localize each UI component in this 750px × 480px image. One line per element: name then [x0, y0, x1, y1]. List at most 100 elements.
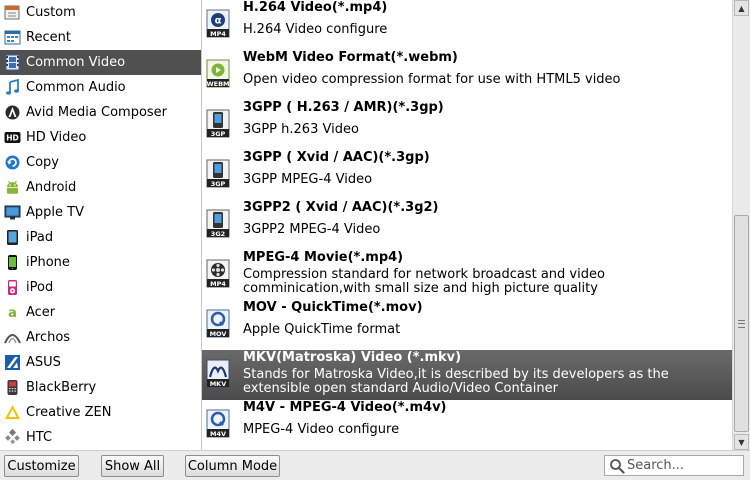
- avid-icon: [4, 104, 21, 121]
- category-item-avid-media-composer[interactable]: Avid Media Composer: [0, 100, 201, 125]
- category-label: iPhone: [26, 255, 70, 270]
- category-label: Copy: [26, 155, 59, 170]
- category-label: Custom: [26, 5, 76, 20]
- format-item[interactable]: α MP4 H.264 Video(*.mp4) H.264 Video config…: [202, 0, 732, 50]
- format-item[interactable]: 3G2 3GPP2 ( Xvid / AAC)(*.3g2) 3GPP2 MPEG-…: [202, 200, 732, 250]
- format-name: MOV - QuickTime(*.mov): [243, 300, 423, 315]
- category-item-htc[interactable]: HTC: [0, 425, 201, 450]
- 3gp-icon: 3GP: [205, 109, 231, 139]
- asus-icon: [4, 354, 21, 371]
- scroll-thumb[interactable]: [734, 215, 749, 432]
- format-description: 3GPP h.263 Video: [243, 122, 359, 137]
- category-label: Apple TV: [26, 205, 84, 220]
- category-label: Common Video: [26, 55, 126, 70]
- category-item-archos[interactable]: Archos: [0, 325, 201, 350]
- svg-text:3G2: 3G2: [211, 230, 225, 238]
- format-item[interactable]: WEBM WebM Video Format(*.webm) Open video …: [202, 50, 732, 100]
- format-name: H.264 Video(*.mp4): [243, 0, 388, 15]
- category-label: iPod: [26, 280, 54, 295]
- svg-text:MKV: MKV: [210, 380, 227, 388]
- format-description: 3GPP MPEG-4 Video: [243, 172, 373, 187]
- format-description: Stands for Matroska Video,it is describe…: [243, 367, 669, 396]
- category-item-iphone[interactable]: iPhone: [0, 250, 201, 275]
- custom-icon: [4, 4, 21, 21]
- music-note-icon: [4, 79, 21, 96]
- svg-text:HD: HD: [6, 134, 19, 143]
- category-label: Acer: [26, 305, 56, 320]
- acer-icon: a: [4, 304, 21, 321]
- search-box[interactable]: [604, 455, 744, 476]
- format-description: Compression standard for network broadca…: [243, 267, 605, 296]
- category-label: iPad: [26, 230, 54, 245]
- show-all-button[interactable]: Show All: [101, 455, 164, 477]
- format-item[interactable]: MP4 MPEG-4 Movie(*.mp4) Compression standa…: [202, 250, 732, 300]
- customize-button[interactable]: Customize: [4, 455, 79, 477]
- category-item-ipod[interactable]: iPod: [0, 275, 201, 300]
- format-name: 3GPP ( Xvid / AAC)(*.3gp): [243, 150, 430, 165]
- category-item-recent[interactable]: Recent: [0, 25, 201, 50]
- category-item-hd-video[interactable]: HD HD Video: [0, 125, 201, 150]
- blackberry-icon: [4, 379, 21, 396]
- category-item-copy[interactable]: Copy: [0, 150, 201, 175]
- android-icon: [4, 179, 21, 196]
- format-name: MPEG-4 Movie(*.mp4): [243, 250, 404, 265]
- category-label: Avid Media Composer: [26, 105, 168, 120]
- category-item-creative-zen[interactable]: Creative ZEN: [0, 400, 201, 425]
- format-name: MKV(Matroska) Video (*.mkv): [243, 350, 462, 365]
- svg-text:MP4: MP4: [210, 30, 226, 38]
- format-item[interactable]: MOV MOV - QuickTime(*.mov) Apple QuickTime…: [202, 300, 732, 350]
- svg-text:WEBM: WEBM: [206, 80, 229, 88]
- apple-tv-icon: [4, 204, 21, 221]
- format-name: WebM Video Format(*.webm): [243, 50, 458, 65]
- category-item-common-audio[interactable]: Common Audio: [0, 75, 201, 100]
- recent-icon: [4, 29, 21, 46]
- category-label: HD Video: [26, 130, 87, 145]
- scroll-up-arrow-icon[interactable]: ▲: [734, 0, 749, 16]
- format-description: 3GPP2 MPEG-4 Video: [243, 222, 381, 237]
- svg-text:MP4: MP4: [210, 280, 226, 288]
- scroll-grip-icon: [738, 320, 745, 328]
- category-label: ASUS: [26, 355, 61, 370]
- format-description: Apple QuickTime format: [243, 322, 401, 337]
- category-item-ipad[interactable]: iPad: [0, 225, 201, 250]
- category-item-apple-tv[interactable]: Apple TV: [0, 200, 201, 225]
- creative-zen-icon: [4, 404, 21, 421]
- category-item-blackberry[interactable]: BlackBerry: [0, 375, 201, 400]
- mov-icon: MOV: [205, 309, 231, 339]
- format-item[interactable]: M4V M4V - MPEG-4 Video(*.m4v) MPEG-4 Video…: [202, 400, 732, 450]
- category-item-asus[interactable]: ASUS: [0, 350, 201, 375]
- format-description: Open video compression format for use wi…: [243, 72, 621, 87]
- category-label: HTC: [26, 430, 53, 445]
- mkv-icon: MKV: [205, 359, 231, 389]
- category-item-android[interactable]: Android: [0, 175, 201, 200]
- mp4-icon: α MP4: [205, 9, 231, 39]
- film-icon: [4, 54, 21, 71]
- search-input[interactable]: [625, 458, 739, 473]
- format-name: M4V - MPEG-4 Video(*.m4v): [243, 400, 447, 415]
- svg-text:3GP: 3GP: [211, 180, 226, 188]
- format-item[interactable]: 3GP 3GPP ( Xvid / AAC)(*.3gp) 3GPP MPEG-4 …: [202, 150, 732, 200]
- archos-icon: [4, 329, 21, 346]
- svg-text:α: α: [215, 16, 222, 27]
- ipad-icon: [4, 229, 21, 246]
- format-name: 3GPP2 ( Xvid / AAC)(*.3g2): [243, 200, 439, 215]
- category-list[interactable]: Custom Recent Common Video Common Audio Avid…: [0, 0, 202, 450]
- format-description: H.264 Video configure: [243, 22, 388, 37]
- svg-text:MOV: MOV: [210, 330, 227, 338]
- category-item-custom[interactable]: Custom: [0, 0, 201, 25]
- format-item[interactable]: MKV MKV(Matroska) Video (*.mkv) Stands for…: [202, 350, 732, 400]
- m4v-icon: M4V: [205, 409, 231, 439]
- category-item-acer[interactable]: a Acer: [0, 300, 201, 325]
- svg-text:3GP: 3GP: [211, 130, 226, 138]
- column-mode-button[interactable]: Column Mode: [185, 455, 280, 477]
- 3gp-icon: 3GP: [205, 159, 231, 189]
- webm-icon: WEBM: [205, 59, 231, 89]
- format-item[interactable]: 3GP 3GPP ( H.263 / AMR)(*.3gp) 3GPP h.263 …: [202, 100, 732, 150]
- category-label: Creative ZEN: [26, 405, 112, 420]
- format-description: MPEG-4 Video configure: [243, 422, 400, 437]
- format-list[interactable]: α MP4 H.264 Video(*.mp4) H.264 Video config…: [202, 0, 732, 450]
- format-list-scrollbar[interactable]: ▲ ▼: [732, 0, 750, 450]
- scroll-down-arrow-icon[interactable]: ▼: [734, 434, 749, 450]
- category-label: BlackBerry: [26, 380, 97, 395]
- category-item-common-video[interactable]: Common Video: [0, 50, 201, 75]
